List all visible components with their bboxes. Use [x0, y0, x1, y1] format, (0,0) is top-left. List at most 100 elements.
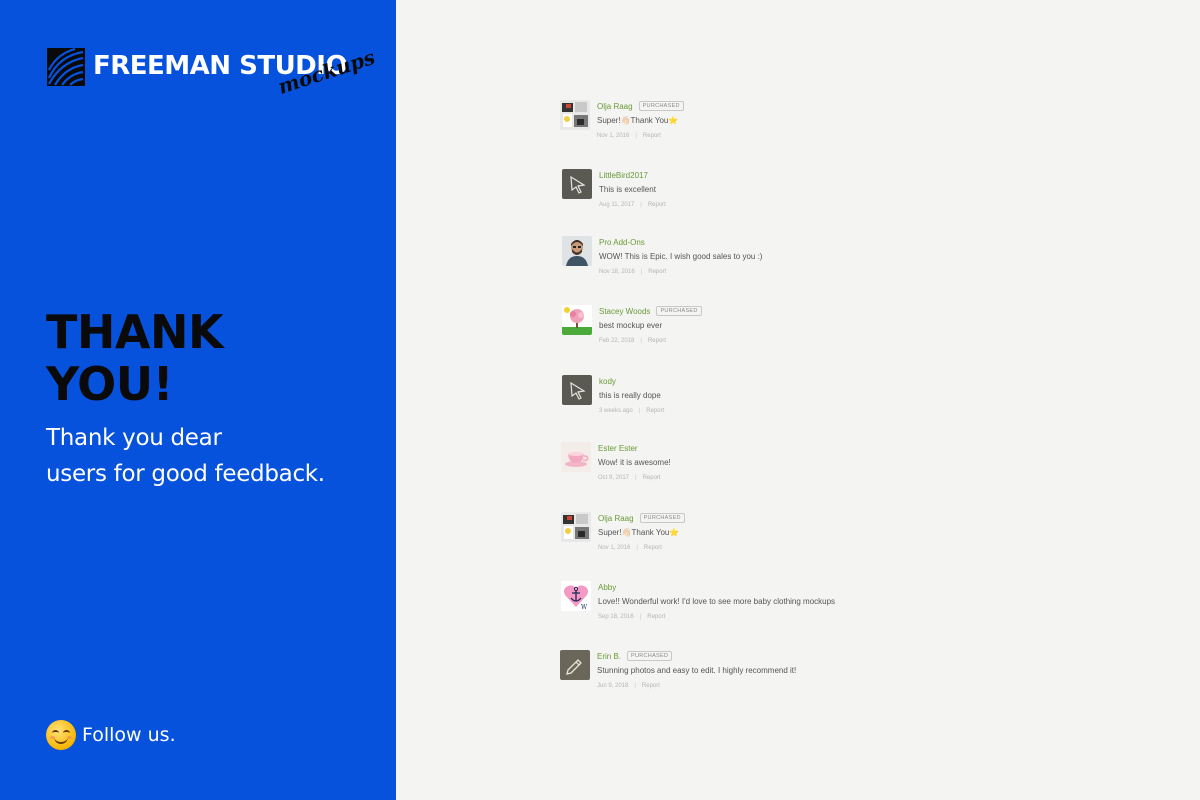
report-link[interactable]: Report	[648, 202, 666, 208]
review-body: Erin B. PURCHASED Stunning photos and easy…	[597, 650, 977, 689]
meta-separator: |	[639, 614, 642, 620]
brand: FREEMAN STUDIO mockups	[47, 45, 378, 118]
review-header: kody	[599, 375, 979, 387]
review-date: Nov 1, 2016	[598, 545, 631, 551]
review-meta: Aug 11, 2017 | Report	[599, 202, 979, 208]
man-photo-avatar-icon[interactable]	[562, 236, 592, 266]
review-header: Olja Raag PURCHASED	[597, 100, 977, 112]
thank-you-subtitle: Thank you dear users for good feedback.	[46, 420, 325, 492]
review-header: LittleBird2017	[599, 169, 979, 181]
purchased-badge: PURCHASED	[627, 651, 673, 661]
report-link[interactable]: Report	[648, 269, 666, 275]
teacup-avatar-icon[interactable]	[561, 442, 591, 472]
report-link[interactable]: Report	[648, 338, 666, 344]
review-meta: Nov 1, 2016 | Report	[597, 133, 977, 139]
review-comment: Super!👋🏻Thank You⭐	[597, 116, 679, 125]
review-body: Olja Raag PURCHASED Super!👋🏻Thank You⭐ Nov …	[598, 512, 978, 551]
tree-avatar-icon[interactable]	[562, 305, 592, 335]
review-body: Ester Ester Wow! it is awesome! Oct 9, 201…	[598, 442, 978, 482]
review-item: Ester Ester Wow! it is awesome! Oct 9, 201…	[560, 442, 980, 502]
meta-separator: |	[634, 683, 636, 689]
review-header: Erin B. PURCHASED	[597, 650, 977, 662]
report-link[interactable]: Report	[646, 408, 664, 414]
report-link[interactable]: Report	[643, 475, 661, 481]
heart-anchor-avatar-icon[interactable]: W	[561, 581, 591, 611]
heading-line-2: YOU!	[46, 357, 174, 411]
meta-separator: |	[636, 545, 638, 551]
review-header: Abby	[598, 581, 978, 593]
review-comment: This is excellent	[599, 185, 656, 194]
review-body: Abby Love!! Wonderful work! I'd love to s…	[598, 581, 978, 621]
report-link[interactable]: Report	[647, 614, 665, 620]
reviewer-name-link[interactable]: Ester Ester	[598, 444, 638, 453]
reviewer-name-link[interactable]: Olja Raag	[598, 514, 634, 523]
review-body: LittleBird2017 This is excellent Aug 11, 2…	[599, 169, 979, 209]
meta-separator: |	[638, 408, 641, 414]
review-header: Olja Raag PURCHASED	[598, 512, 978, 524]
review-comment: best mockup ever	[599, 321, 663, 330]
reviewer-name-link[interactable]: Stacey Woods	[599, 307, 650, 316]
review-body: Olja Raag PURCHASED Super!👋🏻Thank You⭐ Nov …	[597, 100, 977, 139]
review-meta: Nov 18, 2016 | Report	[599, 269, 979, 275]
heading-line-1: THANK	[46, 305, 224, 359]
review-item: Erin B. PURCHASED Stunning photos and easy…	[560, 650, 980, 710]
cursor-avatar-icon[interactable]	[562, 375, 592, 405]
smile-emoji-icon	[46, 720, 76, 750]
page: FREEMAN STUDIO mockups THANK YOU! Thank …	[0, 0, 1200, 800]
purchased-badge: PURCHASED	[639, 513, 685, 523]
review-date: Nov 18, 2016	[599, 269, 635, 275]
report-link[interactable]: Report	[642, 683, 660, 689]
svg-text:W: W	[581, 604, 588, 611]
follow-us-link[interactable]: Follow us.	[46, 720, 176, 750]
pencil-avatar-icon[interactable]	[560, 650, 590, 680]
review-date: Jun 9, 2018	[597, 683, 629, 689]
thank-you-heading: THANK YOU!	[46, 305, 224, 411]
review-comment: Super!👋🏻Thank You⭐	[598, 528, 680, 537]
subtitle-line-2: users for good feedback.	[46, 461, 325, 487]
review-date: Feb 22, 2018	[599, 338, 635, 344]
cursor-avatar-icon[interactable]	[562, 169, 592, 199]
review-date: Aug 11, 2017	[599, 202, 635, 208]
meta-separator: |	[635, 133, 637, 139]
review-item: W Abby Love!! Wonderful work! I'd love to …	[560, 581, 980, 641]
report-link[interactable]: Report	[643, 133, 661, 139]
review-comment: Stunning photos and easy to edit. I high…	[597, 666, 797, 675]
reviewer-name-link[interactable]: kody	[599, 377, 616, 386]
reviewer-name-link[interactable]: Erin B.	[597, 652, 621, 661]
review-item: Olja Raag PURCHASED Super!👋🏻Thank You⭐ Nov …	[560, 512, 980, 572]
review-meta: Oct 9, 2017 | Report	[598, 475, 978, 481]
meta-separator: |	[640, 269, 643, 275]
review-header: Pro Add-Ons	[599, 236, 979, 248]
purchased-badge: PURCHASED	[656, 306, 702, 316]
review-item: Olja Raag PURCHASED Super!👋🏻Thank You⭐ Nov …	[560, 100, 980, 160]
review-item: kody this is really dope 3 weeks ago | Repor…	[560, 375, 980, 435]
review-meta: Sep 18, 2016 | Report	[598, 614, 978, 620]
follow-us-label: Follow us.	[82, 724, 176, 746]
review-header: Ester Ester	[598, 442, 978, 454]
review-comment: Love!! Wonderful work! I'd love to see m…	[598, 597, 836, 606]
review-header: Stacey Woods PURCHASED	[599, 305, 979, 317]
collage-avatar-icon[interactable]	[560, 100, 590, 130]
left-panel: FREEMAN STUDIO mockups THANK YOU! Thank …	[0, 0, 396, 800]
subtitle-line-1: Thank you dear	[46, 425, 222, 451]
review-comment: this is really dope	[599, 391, 661, 400]
collage-avatar-icon[interactable]	[561, 512, 591, 542]
meta-separator: |	[635, 475, 637, 481]
review-meta: 3 weeks ago | Report	[599, 408, 979, 414]
review-body: Stacey Woods PURCHASED best mockup ever Feb…	[599, 305, 979, 344]
review-body: Pro Add-Ons WOW! This is Epic. I wish goo…	[599, 236, 979, 276]
purchased-badge: PURCHASED	[638, 101, 684, 111]
report-link[interactable]: Report	[644, 545, 662, 551]
review-item: Pro Add-Ons WOW! This is Epic. I wish goo…	[560, 236, 980, 296]
reviewer-name-link[interactable]: Pro Add-Ons	[599, 238, 645, 247]
review-comment: WOW! This is Epic. I wish good sales to …	[599, 252, 763, 261]
review-item: Stacey Woods PURCHASED best mockup ever Feb…	[560, 305, 980, 365]
review-date: Oct 9, 2017	[598, 475, 630, 481]
reviewer-name-link[interactable]: Olja Raag	[597, 102, 633, 111]
review-comment: Wow! it is awesome!	[598, 458, 671, 467]
stripes-logo-icon	[47, 48, 85, 86]
review-date: Nov 1, 2016	[597, 133, 630, 139]
reviewer-name-link[interactable]: LittleBird2017	[599, 171, 648, 180]
meta-separator: |	[640, 202, 642, 208]
reviewer-name-link[interactable]: Abby	[598, 583, 616, 592]
